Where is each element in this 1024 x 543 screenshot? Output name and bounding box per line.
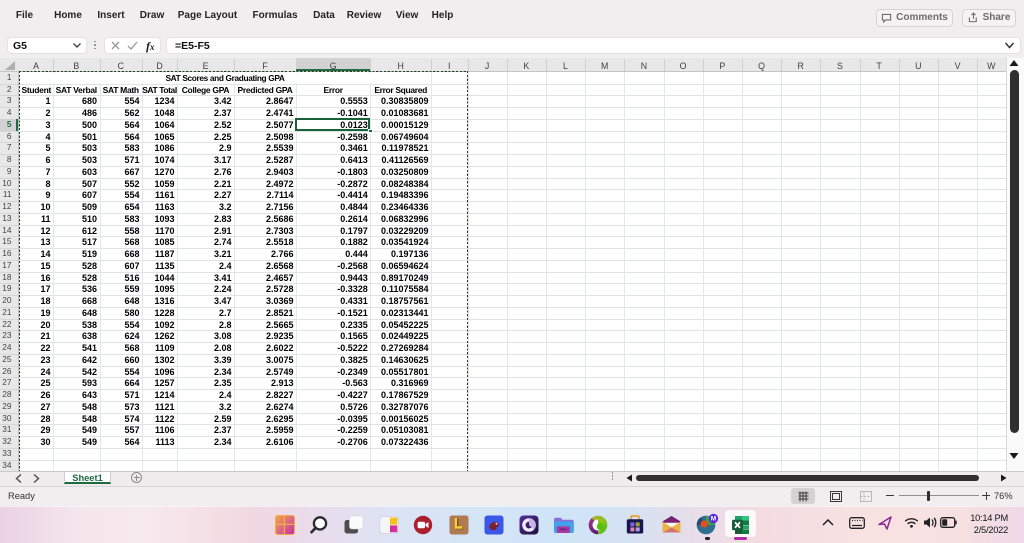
svg-text:M: M <box>710 515 715 522</box>
